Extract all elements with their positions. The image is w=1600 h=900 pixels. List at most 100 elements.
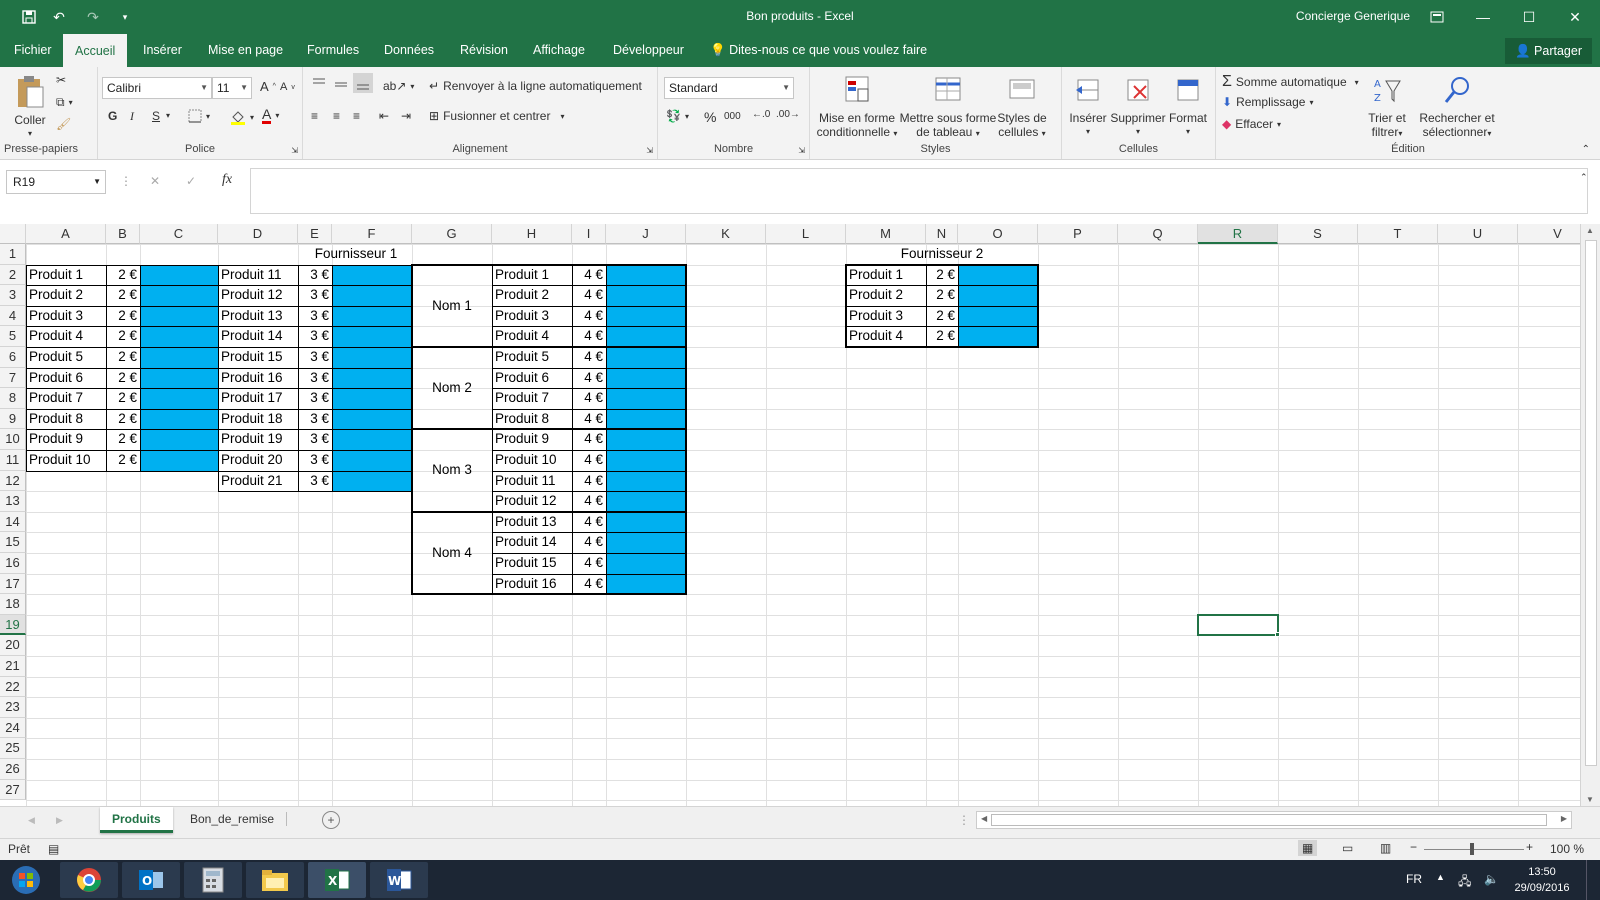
row-header-20[interactable]: 20 [0,635,26,656]
row-header-25[interactable]: 25 [0,738,26,759]
tab-donnees[interactable]: Données [384,34,434,67]
price-cell[interactable]: 3 € [298,347,332,368]
price-cell[interactable]: 3 € [298,429,332,450]
row-header-24[interactable]: 24 [0,717,26,739]
price-cell[interactable]: 2 € [106,429,140,450]
redo-icon[interactable]: ↷ [84,8,102,26]
column-header-k[interactable]: K [686,224,766,244]
fill-button[interactable]: ⬇ Remplissage ▾ [1222,95,1313,109]
price-cell[interactable]: 3 € [298,388,332,409]
zoom-out-icon[interactable]: − [1410,840,1417,854]
save-icon[interactable] [20,8,38,26]
align-top-icon[interactable] [311,77,327,91]
column-header-l[interactable]: L [766,224,846,244]
tab-formules[interactable]: Formules [307,34,359,67]
row-header-6[interactable]: 6 [0,347,26,368]
maximize-icon[interactable]: ☐ [1506,0,1552,34]
chrome-icon[interactable] [60,862,118,898]
font-launcher-icon[interactable]: ⇲ [291,146,298,155]
column-header-d[interactable]: D [218,224,298,244]
font-size-select[interactable]: 11 ▼ [212,77,252,99]
price-cell[interactable]: 3 € [298,471,332,492]
price-cell[interactable]: 2 € [106,450,140,471]
insert-cells-button[interactable]: Insérer ▾ [1066,71,1110,139]
product-cell[interactable]: Produit 17 [218,388,298,409]
column-header-t[interactable]: T [1358,224,1438,244]
page-break-view-icon[interactable]: ▥ [1380,841,1391,855]
percent-button[interactable]: % [704,109,716,125]
product-cell[interactable]: Produit 18 [218,409,298,430]
row-header-17[interactable]: 17 [0,573,26,595]
product-cell[interactable]: Produit 21 [218,471,298,492]
row-header-16[interactable]: 16 [0,553,26,574]
tab-inserer[interactable]: Insérer [143,34,182,67]
zoom-slider[interactable] [1424,849,1524,850]
wrap-text-button[interactable]: ↵ Renvoyer à la ligne automatiquement [429,79,642,93]
column-header-i[interactable]: I [572,224,606,244]
minimize-icon[interactable]: — [1460,0,1506,34]
language-indicator[interactable]: FR [1406,872,1422,886]
price-cell[interactable]: 3 € [298,326,332,347]
row-header-4[interactable]: 4 [0,305,26,327]
undo-icon[interactable]: ↶ [50,8,68,26]
page-layout-view-icon[interactable]: ▭ [1342,841,1353,855]
price-cell[interactable]: 2 € [106,347,140,368]
product-cell[interactable]: Produit 4 [26,326,106,347]
normal-view-icon[interactable]: ▦ [1298,840,1318,856]
tray-expand-icon[interactable]: ▲ [1436,872,1445,882]
macro-record-icon[interactable]: ▤ [48,842,59,856]
tab-mise-en-page[interactable]: Mise en page [208,34,283,67]
price-cell[interactable]: 2 € [106,409,140,430]
product-cell[interactable]: Produit 1 [26,265,106,286]
underline-dropdown-icon[interactable]: ▾ [166,111,170,120]
zoom-level[interactable]: 100 % [1550,842,1584,856]
cancel-icon[interactable]: ✕ [150,174,160,188]
conditional-format-button[interactable]: Mise en forme conditionnelle ▾ [812,71,902,141]
increase-decimal-icon[interactable]: ←.0 [752,109,770,120]
product-cell[interactable]: Produit 3 [26,306,106,327]
scroll-right-icon[interactable]: ▶ [1561,814,1567,823]
sheet-tab-produits[interactable]: Produits [100,807,173,833]
tab-fichier[interactable]: Fichier [14,34,52,67]
customize-qat-icon[interactable]: ▾ [116,8,134,26]
column-header-m[interactable]: M [846,224,926,244]
row-header-14[interactable]: 14 [0,511,26,533]
paste-button[interactable]: Coller ▾ [10,73,50,141]
alignment-launcher-icon[interactable]: ⇲ [646,146,653,155]
calculator-icon[interactable] [184,862,242,898]
product-cell[interactable]: Produit 10 [26,450,106,471]
price-cell[interactable]: 2 € [106,368,140,389]
product-cell[interactable]: Produit 5 [26,347,106,368]
find-select-button[interactable]: Rechercher et sélectionner▾ [1412,71,1502,141]
row-header-13[interactable]: 13 [0,491,26,512]
product-cell[interactable]: Produit 20 [218,450,298,471]
row-header-7[interactable]: 7 [0,367,26,389]
column-header-s[interactable]: S [1278,224,1358,244]
tab-splitter-icon[interactable]: ⋮ [958,813,970,827]
row-header-2[interactable]: 2 [0,264,26,286]
select-all-corner[interactable] [0,224,26,244]
start-button-icon[interactable] [0,862,52,898]
row-header-5[interactable]: 5 [0,326,26,347]
delete-cells-button[interactable]: Supprimer ▾ [1110,71,1166,139]
cut-icon[interactable]: ✂ [56,73,66,87]
network-icon[interactable]: 🖧 [1458,872,1471,893]
autosum-button[interactable]: Σ Somme automatique ▾ [1222,73,1359,91]
align-bottom-icon[interactable] [353,73,373,93]
product-cell[interactable]: Produit 16 [218,368,298,389]
column-header-b[interactable]: B [106,224,140,244]
enter-icon[interactable]: ✓ [186,174,196,188]
merge-center-button[interactable]: ⊞ Fusionner et centrer ▾ [429,109,564,123]
price-cell[interactable]: 2 € [106,265,140,286]
column-header-o[interactable]: O [958,224,1038,244]
show-desktop-button[interactable] [1586,860,1592,900]
column-header-r[interactable]: R [1198,224,1278,244]
excel-taskbar-icon[interactable]: X [308,862,366,898]
font-name-select[interactable]: Calibri ▼ [102,77,212,99]
column-header-a[interactable]: A [26,224,106,244]
row-header-26[interactable]: 26 [0,759,26,780]
decrease-font-icon[interactable]: Av [280,81,295,93]
format-as-table-button[interactable]: Mettre sous forme de tableau ▾ [896,71,1000,141]
decrease-indent-icon[interactable]: ⇤ [379,109,389,123]
copy-icon[interactable]: ⧉ ▾ [56,95,73,110]
